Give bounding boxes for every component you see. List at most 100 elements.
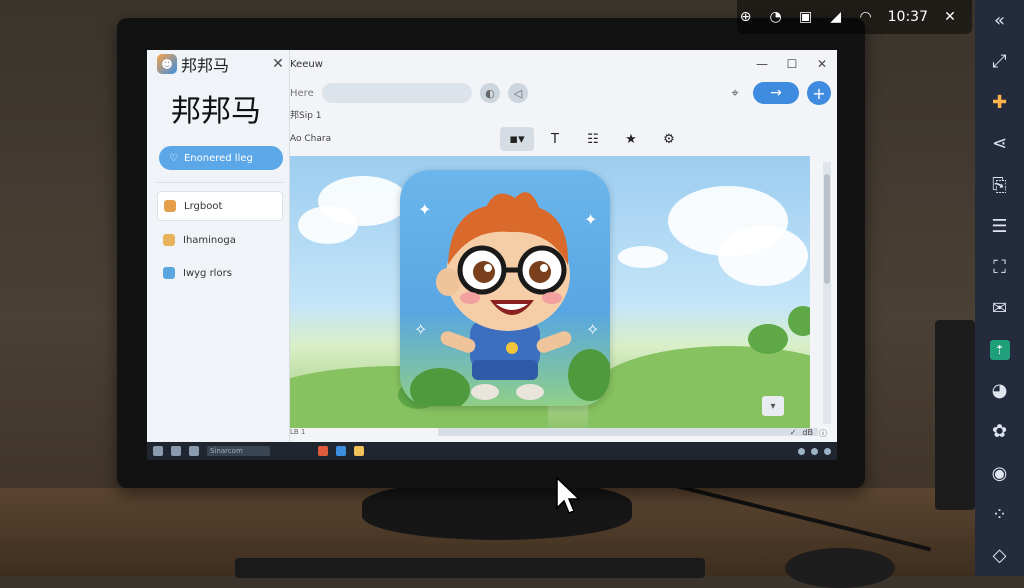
sound-badge: dB [802, 428, 813, 437]
monitor-stand [362, 480, 632, 540]
info-icon: ⓘ [819, 429, 827, 438]
settings-gear-icon[interactable]: ✿ [975, 411, 1024, 452]
star-tool-icon[interactable]: ★ [614, 127, 648, 151]
search-icon[interactable] [171, 446, 181, 456]
page-subtitle: 邦Sip 1 [290, 111, 322, 121]
signal-icon: ◢ [830, 9, 842, 25]
volume-icon[interactable]: ◁ [508, 83, 528, 103]
gamepad-icon[interactable]: ✚ [975, 82, 1024, 123]
sparkle-icon: ✦ [418, 200, 432, 219]
fullscreen-icon[interactable]: ⛶ [975, 247, 1024, 288]
shape-tool-icon[interactable]: ▪▾ [500, 127, 534, 151]
speaker [935, 320, 975, 510]
scroll-thumb[interactable] [824, 174, 830, 284]
window-titlebar: Keeuw — ☐ ✕ [288, 50, 837, 78]
item-icon [163, 234, 175, 246]
address-label: Here [290, 87, 314, 99]
feature-button[interactable]: ♡ Enonered lleg [159, 146, 283, 170]
app-logo-icon: ☻ [157, 54, 177, 74]
tree [788, 306, 810, 336]
panel-app-name: 邦邦马 [181, 56, 230, 75]
wifi-icon: ◠ [859, 9, 872, 25]
task-view-icon[interactable] [189, 446, 199, 456]
app-taskbar-icon[interactable] [354, 446, 364, 456]
status-text: LB 1 [290, 428, 306, 436]
alarm-icon: ⊕ [739, 9, 752, 25]
clock-icon: ◔ [769, 9, 782, 25]
panel-big-title: 邦邦马 [171, 94, 261, 129]
rotate-icon[interactable]: ◇ [975, 535, 1024, 576]
panel-close-button[interactable]: ✕ [267, 56, 289, 72]
toolbar-group: ▪▾ T ☷ ★ ⚙ [500, 127, 686, 151]
collapse-icon[interactable]: « [975, 0, 1024, 41]
record-icon[interactable]: ◉ [975, 453, 1024, 494]
tray-icon[interactable] [811, 447, 818, 455]
eco-mode-icon[interactable]: ◕ [975, 370, 1024, 411]
window-title: Keeuw [290, 58, 323, 70]
sparkle-icon: ✧ [414, 320, 428, 339]
minimize-button[interactable]: — [747, 57, 777, 71]
scroll-down-icon[interactable]: ▾ [762, 396, 784, 416]
vertical-scrollbar[interactable] [823, 162, 831, 424]
back-arrow-icon[interactable]: ‹ [147, 82, 148, 98]
toolbar-label: Ao Chara [290, 134, 332, 144]
feature-button-label: Enonered lleg [183, 152, 253, 164]
cloud [718, 226, 808, 286]
keyboard [235, 558, 705, 578]
go-button[interactable]: → [753, 82, 799, 104]
editor-toolbar: Ao Chara ▪▾ T ☷ ★ ⚙ [288, 124, 837, 154]
sparkle-icon: ✧ [586, 320, 600, 339]
cloud [618, 246, 668, 268]
app-icon-artwork: ✦ ✦ ✧ ✧ [400, 170, 610, 406]
windows-taskbar: Sinarcom [147, 442, 837, 460]
notes-icon[interactable]: ☰ [975, 206, 1024, 247]
heart-icon: ♡ [169, 152, 178, 164]
edge-icon[interactable] [336, 446, 346, 456]
list-item-label: Iwyg rlors [183, 267, 232, 279]
theme-icon[interactable]: ◐ [480, 83, 500, 103]
cartoon-boy-illustration [410, 192, 610, 406]
horizontal-scrollbar[interactable] [438, 428, 818, 436]
resize-icon[interactable]: ⤢ [975, 41, 1024, 82]
address-row: Here ◐ ◁ ⌖ → + [288, 78, 837, 108]
tree [748, 324, 788, 354]
panel-header: ☻ 邦邦马 ✕ [147, 50, 289, 78]
list-item-label: Lrgboot [184, 200, 223, 212]
text-tool-icon[interactable]: T [538, 127, 572, 151]
app-side-panel: ☻ 邦邦马 ✕ ‹ 邦邦马 ♡ Enonered lleg Lrgboot Ih… [147, 50, 290, 442]
list-item-2[interactable]: Ihaminoga [157, 226, 283, 254]
list-item-label: Ihaminoga [183, 234, 236, 246]
divider [157, 182, 283, 183]
address-input[interactable] [322, 83, 472, 103]
translate-icon[interactable]: ⌖ [725, 83, 745, 103]
screenshot-icon[interactable]: ✉ [975, 288, 1024, 329]
wallet-icon: ▣ [799, 9, 813, 25]
system-tray [798, 447, 837, 455]
check-icon: ✓ [789, 428, 797, 437]
install-apk-button[interactable]: ⇡ [975, 329, 1024, 370]
share-icon[interactable]: ⋖ [975, 123, 1024, 164]
item-icon [164, 200, 176, 212]
close-icon[interactable]: ✕ [942, 9, 958, 25]
list-item-1[interactable]: Lrgboot [157, 191, 283, 221]
tray-icon[interactable] [798, 447, 805, 455]
mouse [785, 548, 895, 588]
settings-tool-icon[interactable]: ⚙ [652, 127, 686, 151]
install-apk-icon: ⇡ [989, 339, 1010, 360]
sparkle-icon: ✦ [584, 210, 598, 229]
taskbar-search[interactable]: Sinarcom [207, 446, 270, 456]
chrome-icon[interactable] [318, 446, 328, 456]
close-window-button[interactable]: ✕ [807, 57, 837, 71]
tray-icon[interactable] [824, 447, 831, 455]
android-status-bar: ⊕ ◔ ▣ ◢ ◠ 10:37 ✕ [737, 0, 972, 34]
maximize-button[interactable]: ☐ [777, 57, 807, 71]
add-button[interactable]: + [807, 81, 831, 105]
start-icon[interactable] [153, 446, 163, 456]
mouse-cursor-icon [556, 476, 581, 514]
monitor-screen: Keeuw — ☐ ✕ Here ◐ ◁ ⌖ → + 邦Sip 1 Ao Cha… [147, 50, 837, 460]
list-item-3[interactable]: Iwyg rlors [157, 259, 283, 287]
macro-icon[interactable]: ⁘ [975, 494, 1024, 535]
emulator-sidebar: « ⤢ ✚ ⋖ ⎘ ☰ ⛶ ✉ ⇡ ◕ ✿ ◉ ⁘ ◇ [975, 0, 1024, 576]
import-file-icon[interactable]: ⎘ [975, 165, 1024, 206]
list-tool-icon[interactable]: ☷ [576, 127, 610, 151]
